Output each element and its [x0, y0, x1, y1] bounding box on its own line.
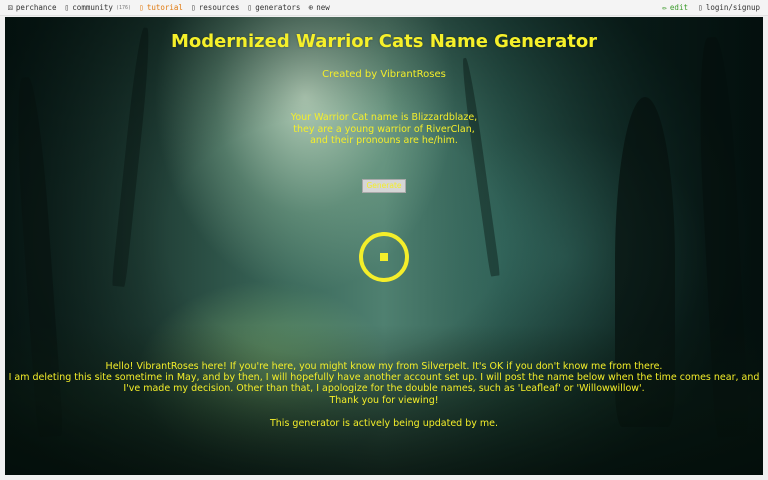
tutorial-icon: ▯	[139, 3, 144, 12]
nav-left-group: ⚄ perchance ▯ community (176) ▯ tutorial…	[0, 3, 338, 12]
author-message: Hello! VibrantRoses here! If you're here…	[5, 361, 763, 406]
dice-icon: ⚄	[8, 3, 13, 12]
new-icon: ⊕	[308, 3, 314, 12]
message-line: Thank you for viewing!	[329, 394, 439, 406]
generators-icon: ▯	[247, 3, 253, 12]
login-icon: ▯	[697, 3, 703, 12]
nav-tutorial[interactable]: ▯ tutorial	[139, 3, 183, 12]
result-line: Your Warrior Cat name is Blizzardblaze,	[290, 112, 478, 123]
message-line: Hello! VibrantRoses here! If you're here…	[105, 361, 663, 372]
top-nav-bar: ⚄ perchance ▯ community (176) ▯ tutorial…	[0, 0, 768, 16]
community-count: (176)	[115, 4, 131, 11]
nav-community[interactable]: ▯ community (176)	[64, 3, 131, 12]
nav-perchance[interactable]: ⚄ perchance	[8, 3, 56, 12]
nav-edit[interactable]: ✏ edit	[662, 3, 688, 12]
generator-content: Modernized Warrior Cats Name Generator C…	[5, 17, 763, 475]
nav-generators-label: generators	[255, 3, 301, 12]
nav-login-signup[interactable]: ▯ login/signup	[698, 3, 760, 12]
nav-resources-label: resources	[198, 3, 240, 12]
stop-square	[380, 253, 388, 261]
nav-tutorial-label: tutorial	[146, 3, 183, 12]
nav-edit-label: edit	[669, 3, 688, 12]
nav-new-label: new	[316, 3, 330, 12]
message-line: I am deleting this site sometime in May,…	[8, 372, 760, 384]
nav-generators[interactable]: ▯ generators	[247, 3, 300, 12]
nav-community-label: community	[72, 3, 113, 12]
community-icon: ▯	[64, 3, 70, 12]
nav-resources[interactable]: ▯ resources	[191, 3, 239, 12]
nav-new[interactable]: ⊕ new	[308, 3, 329, 12]
resources-icon: ▯	[190, 3, 196, 12]
stop-icon[interactable]	[359, 232, 409, 282]
author-credit: Created by VibrantRoses	[322, 69, 446, 80]
generate-button[interactable]: Generate	[362, 179, 406, 193]
nav-login-label: login/signup	[705, 3, 760, 12]
page-title: Modernized Warrior Cats Name Generator	[170, 31, 598, 52]
nav-right-group: ✏ edit ▯ login/signup	[652, 3, 768, 12]
generator-panel: Modernized Warrior Cats Name Generator C…	[5, 17, 763, 475]
pencil-icon: ✏	[662, 3, 667, 12]
result-line: they are a young warrior of RiverClan,	[293, 123, 475, 135]
update-note: This generator is actively being updated…	[269, 418, 499, 429]
generated-result: Your Warrior Cat name is Blizzardblaze, …	[5, 112, 763, 147]
nav-perchance-label: perchance	[15, 3, 57, 12]
message-line: I've made my decision. Other than that, …	[123, 383, 645, 395]
result-line: and their pronouns are he/him.	[310, 135, 458, 146]
